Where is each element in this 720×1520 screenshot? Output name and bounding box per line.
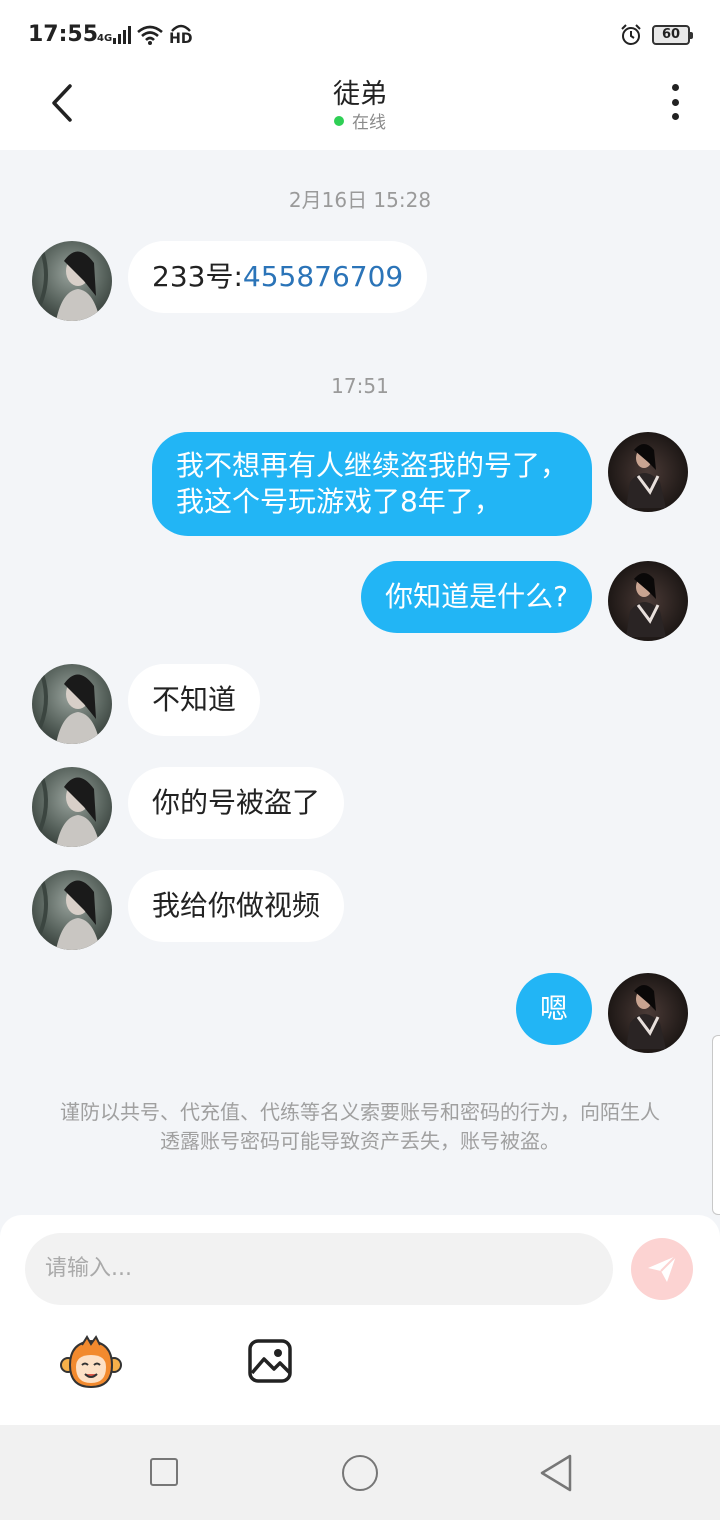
incoming-message: 不知道: [128, 664, 261, 736]
image-button[interactable]: [246, 1337, 294, 1385]
online-status: 在线: [0, 108, 720, 133]
recent-apps-button[interactable]: [150, 1458, 178, 1486]
status-time: 17:55: [28, 22, 99, 47]
message-line: 我不想再有人继续盗我的号了，: [175, 449, 568, 482]
status-bar: 17:55 4G HD 60: [0, 0, 720, 70]
outgoing-message: 嗯: [515, 973, 592, 1045]
contact-avatar[interactable]: [32, 241, 112, 321]
incoming-message: 你的号被盗了: [128, 767, 345, 839]
outgoing-message: 你知道是什么?: [361, 561, 592, 633]
security-notice: 谨防以共号、代充值、代练等名义索要账号和密码的行为，向陌生人透露账号密码可能导致…: [60, 1100, 660, 1153]
contact-avatar[interactable]: [32, 664, 112, 744]
my-avatar[interactable]: [608, 973, 688, 1053]
monkey-emoji-icon: [60, 1335, 122, 1389]
battery-icon: 60: [652, 25, 693, 45]
message-line: 我这个号玩游戏了8年了，: [175, 485, 502, 518]
message-timestamp: 2月16日 15:28: [288, 188, 432, 212]
message-prefix: 233号:: [152, 260, 243, 293]
network-type: 4G: [97, 33, 113, 44]
account-number-link[interactable]: 455876709: [243, 260, 403, 293]
home-button[interactable]: [342, 1455, 378, 1491]
more-vertical-icon: [671, 84, 679, 91]
signal-icon: [113, 26, 132, 44]
my-avatar[interactable]: [608, 561, 688, 641]
hd-label: HD: [169, 31, 193, 47]
contact-name: 徒弟: [333, 79, 387, 110]
scrollbar[interactable]: [712, 1035, 720, 1215]
more-dot: [671, 98, 679, 106]
online-label: 在线: [352, 113, 386, 133]
input-panel: 请输入...: [0, 1215, 720, 1425]
wifi-icon: [137, 25, 164, 45]
paper-plane-icon: [648, 1255, 677, 1282]
status-icons: 4G HD: [97, 24, 193, 46]
send-button[interactable]: [631, 1238, 693, 1300]
incoming-message: 我给你做视频: [128, 870, 345, 942]
message-input[interactable]: 请输入...: [25, 1233, 613, 1305]
outgoing-message: 我不想再有人继续盗我的号了， 我这个号玩游戏了8年了，: [151, 432, 592, 536]
contact-avatar[interactable]: [32, 767, 112, 847]
system-nav-bar: [0, 1425, 720, 1520]
contact-avatar[interactable]: [32, 870, 112, 950]
more-dot: [671, 113, 679, 120]
more-options-button[interactable]: [660, 82, 690, 122]
chat-header: 徒弟 在线: [0, 70, 720, 150]
alarm-icon: [621, 24, 641, 45]
my-avatar[interactable]: [608, 432, 688, 512]
image-icon: [248, 1339, 292, 1383]
online-dot: [334, 116, 344, 126]
back-triangle-button[interactable]: [538, 1453, 574, 1493]
emoji-button[interactable]: [60, 1335, 122, 1391]
message-timestamp: 17:51: [331, 374, 389, 398]
incoming-message: 233号:455876709: [128, 241, 428, 313]
